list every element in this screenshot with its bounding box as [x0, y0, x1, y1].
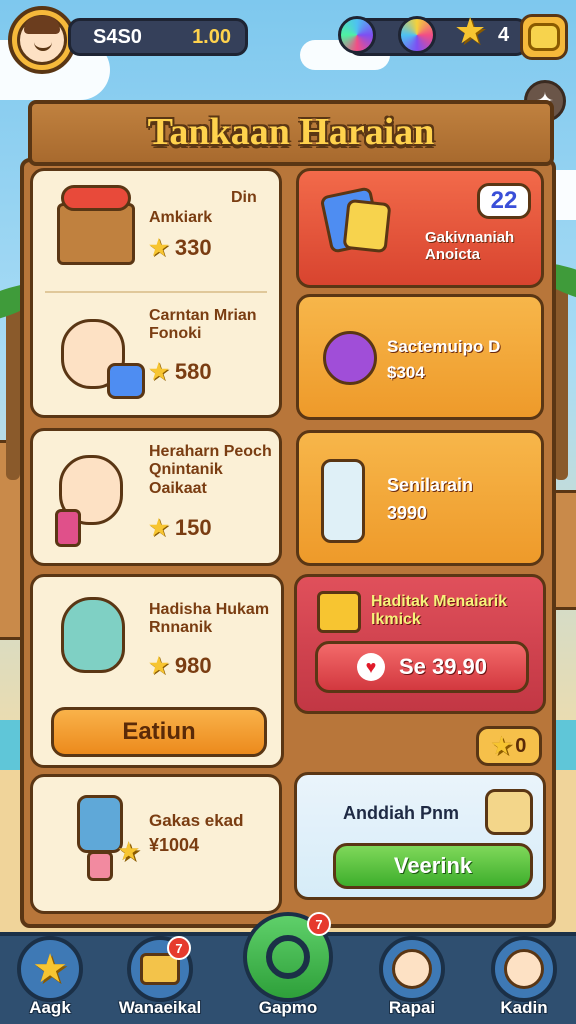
orb-icon[interactable] — [398, 16, 436, 54]
item-name: Hadisha Hukam Rnnanik — [149, 601, 270, 637]
nav-item-gapmo[interactable]: 7 Gapmo — [238, 912, 338, 1018]
divider — [45, 291, 267, 293]
item-name: Anddiah Pnm — [343, 803, 459, 823]
backpack-icon — [55, 509, 81, 547]
nav-button[interactable] — [379, 936, 445, 1002]
gem-icon[interactable] — [338, 16, 376, 54]
item-name: Heraharn Peoch Qnintanik Oaikaat — [149, 443, 272, 497]
price-value: 580 — [174, 359, 212, 384]
notification-badge: 7 — [167, 936, 191, 960]
bottom-nav: ★ Aagk 7 Wanaeikal 7 Gapmo Rapai Kadin — [0, 912, 576, 1024]
verify-button[interactable]: Veerink — [333, 843, 533, 889]
coin-shop-button[interactable] — [520, 14, 568, 60]
gift-bag-icon — [107, 363, 145, 399]
item-name: Amkiark — [149, 209, 213, 226]
item-name: Gakivnaniah Anoicta — [425, 229, 515, 264]
star-counter-value: 0 — [515, 734, 527, 757]
claim-button[interactable]: Eatiun — [51, 707, 267, 757]
star-icon: ★ — [32, 946, 68, 992]
shop-item-card[interactable]: Din Amkiark ★ 330 Carntan Mrian Fonoki ★… — [30, 168, 282, 418]
item-price: ★ 580 — [149, 359, 212, 385]
item-price: ¥1004 — [149, 835, 199, 856]
item-tag: Din — [231, 189, 257, 206]
nav-item-wanaeikal[interactable]: 7 Wanaeikal — [110, 936, 210, 1018]
item-name: Sactemuipo D — [387, 337, 501, 356]
nav-button[interactable]: 7 — [127, 936, 193, 1002]
title-sign: Tankaan Haraian — [28, 100, 554, 166]
avatar-face-icon — [17, 15, 67, 65]
item-price: ★ 330 — [149, 235, 212, 261]
item-name: Gakas ekad — [149, 811, 244, 830]
balance-value: 1.00 — [192, 25, 231, 48]
shop-item-card[interactable]: Heraharn Peoch Qnintanik Oaikaat ★ 150 — [30, 428, 282, 566]
controller-icon — [266, 935, 310, 979]
scroll-icon — [485, 789, 533, 835]
star-icon: ★ — [149, 235, 169, 260]
shop-item-card[interactable]: Senilarain 3990 — [296, 430, 544, 566]
heart-icon: ♥ — [356, 653, 385, 681]
star-count: 4 — [498, 24, 510, 46]
item-price: ★ 980 — [149, 653, 212, 679]
reward-card[interactable]: Anddiah Pnm Veerink — [294, 772, 546, 900]
shop-item-card[interactable]: Sactemuipo D $304 — [296, 294, 544, 420]
player-stat-pill: S4S0 1.00 — [68, 18, 248, 56]
nav-button[interactable]: ★ — [17, 936, 83, 1002]
card-front-icon — [342, 198, 392, 254]
star-icon: ★ — [149, 359, 169, 384]
player-id: S4S0 — [93, 25, 142, 48]
star-icon: ★ — [149, 515, 169, 540]
item-price: ★ 150 — [149, 515, 212, 541]
nav-button[interactable] — [491, 936, 557, 1002]
price-value: 980 — [174, 653, 212, 678]
fruit-icon — [61, 185, 131, 211]
page-title: Tankaan Haraian — [147, 111, 435, 153]
count-badge: 22 — [477, 183, 531, 219]
star-icon: ★ — [454, 11, 487, 52]
shop-item-card[interactable]: ★ Gakas ekad ¥1004 — [30, 774, 282, 914]
phone-icon — [321, 459, 365, 543]
girl-avatar-icon — [392, 949, 432, 989]
kid-beanie-icon — [61, 597, 125, 673]
nav-item-kadin[interactable]: Kadin — [474, 936, 574, 1018]
star-icon: ★ — [491, 733, 512, 758]
item-name: Senilarain — [387, 475, 474, 495]
robot-toy-base-icon — [87, 851, 113, 881]
notification-badge: 7 — [307, 912, 331, 936]
price-value: 330 — [174, 235, 212, 260]
item-price: 3990 — [387, 503, 428, 523]
star-counter[interactable]: ★ 0 — [476, 726, 542, 766]
player-avatar[interactable] — [8, 6, 76, 74]
item-price-currency: ¥ — [149, 835, 160, 855]
price-value: 1004 — [159, 835, 200, 855]
purple-orb-icon — [323, 331, 377, 385]
buy-button-label: Se 39.90 — [398, 654, 488, 679]
boy-avatar-icon — [504, 949, 544, 989]
nav-item-rapai[interactable]: Rapai — [362, 936, 462, 1018]
nav-item-aagk[interactable]: ★ Aagk — [0, 936, 100, 1018]
shop-item-card[interactable]: 22 Gakivnaniah Anoicta — [296, 168, 544, 288]
item-name: Haditak Menaiarik Ikmick — [371, 593, 508, 629]
star-icon: ★ — [117, 837, 141, 867]
item-price: $304 — [387, 363, 425, 382]
nav-button[interactable]: 7 — [243, 912, 333, 1002]
buy-button[interactable]: ♥ Se 39.90 — [315, 641, 529, 693]
gift-box-icon — [317, 591, 361, 633]
price-value: 150 — [174, 515, 212, 540]
shop-item-card[interactable]: Haditak Menaiarik Ikmick ♥ Se 39.90 — [294, 574, 546, 714]
cart-icon — [57, 203, 135, 265]
top-bar: S4S0 1.00 ★ 4 — [8, 6, 568, 74]
shop-item-card[interactable]: Hadisha Hukam Rnnanik ★ 980 Eatiun — [30, 574, 284, 768]
star-icon: ★ — [149, 653, 169, 678]
item-name: Carntan Mrian Fonoki — [149, 307, 257, 343]
